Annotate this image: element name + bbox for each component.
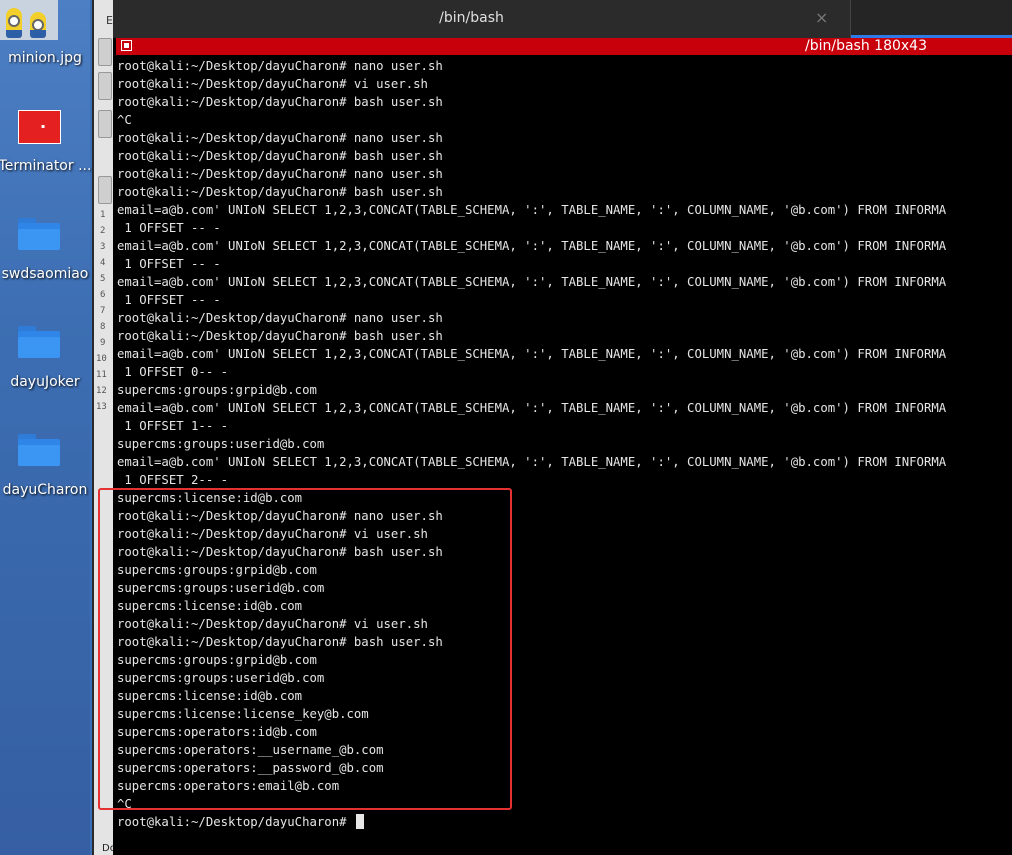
terminal-window[interactable]: /bin/bash × /bin/bash 180x43 root@kali:~… [113, 0, 1012, 855]
line-number: 13 [96, 402, 107, 412]
terminal-line: supercms:operators:__username_@b.com [117, 743, 384, 757]
line-number: 9 [100, 338, 106, 348]
toolbar-button[interactable] [98, 72, 112, 100]
toolbar-button[interactable] [98, 110, 112, 138]
toolbar-button[interactable] [98, 176, 112, 204]
terminal-line: root@kali:~/Desktop/dayuCharon# bash use… [117, 185, 443, 199]
terminal-line: supercms:license:id@b.com [117, 599, 303, 613]
terminal-line: supercms:groups:grpid@b.com [117, 563, 317, 577]
terminal-line: supercms:license:id@b.com [117, 689, 303, 703]
terminal-line: 1 OFFSET -- - [117, 293, 221, 307]
terminal-line: supercms:groups:grpid@b.com [117, 383, 317, 397]
tab-bin-bash[interactable]: /bin/bash × [113, 0, 851, 38]
terminal-line: 1 OFFSET -- - [117, 257, 221, 271]
terminal-menu-icon[interactable] [121, 40, 132, 51]
terminal-output[interactable]: root@kali:~/Desktop/dayuCharon# nano use… [116, 57, 1012, 855]
tab-bar-empty [851, 0, 1012, 38]
folder-icon [18, 218, 60, 250]
terminal-line: ^C [117, 113, 132, 127]
terminal-header-title: /bin/bash 180x43 [805, 38, 927, 54]
terminal-line: root@kali:~/Desktop/dayuCharon# nano use… [117, 311, 443, 325]
terminal-line: root@kali:~/Desktop/dayuCharon# nano use… [117, 509, 443, 523]
desktop-icon-label: dayuCharon [2, 482, 88, 498]
terminal-line: 1 OFFSET 2-- - [117, 473, 229, 487]
desktop: minion.jpg ▪ Terminator ... swdsaomiao d… [0, 0, 91, 855]
terminal-line: email=a@b.com' UNIoN SELECT 1,2,3,CONCAT… [117, 203, 947, 217]
line-number: 12 [96, 386, 107, 396]
terminal-line: 1 OFFSET 1-- - [117, 419, 229, 433]
terminal-line: ^C [117, 797, 132, 811]
folder-icon [18, 326, 60, 358]
line-number: 5 [100, 274, 106, 284]
close-icon[interactable]: × [815, 8, 828, 27]
terminal-line: supercms:groups:userid@b.com [117, 671, 325, 685]
line-number: 10 [96, 354, 107, 364]
line-number: 1 [100, 210, 106, 220]
terminal-line: root@kali:~/Desktop/dayuCharon# [117, 813, 946, 831]
line-number: 2 [100, 226, 106, 236]
image-file-icon [0, 0, 58, 40]
terminal-titlebar[interactable]: /bin/bash × [113, 0, 1012, 38]
terminal-line: supercms:operators:id@b.com [117, 725, 317, 739]
line-number: 11 [96, 370, 107, 380]
line-number: 7 [100, 306, 106, 316]
terminal-line: supercms:operators:email@b.com [117, 779, 340, 793]
folder-icon [18, 434, 60, 466]
terminal-line: root@kali:~/Desktop/dayuCharon# bash use… [117, 545, 443, 559]
terminal-line: root@kali:~/Desktop/dayuCharon# bash use… [117, 635, 443, 649]
terminal-line: root@kali:~/Desktop/dayuCharon# bash use… [117, 329, 443, 343]
terminal-line: root@kali:~/Desktop/dayuCharon# nano use… [117, 59, 443, 73]
line-number: 4 [100, 258, 106, 268]
terminal-line: 1 OFFSET -- - [117, 221, 221, 235]
desktop-icon-label: Terminator ... [0, 158, 92, 174]
terminal-cursor [355, 814, 364, 829]
line-number: 8 [100, 322, 106, 332]
terminal-line: root@kali:~/Desktop/dayuCharon# bash use… [117, 149, 443, 163]
terminal-line: supercms:operators:__password_@b.com [117, 761, 384, 775]
terminal-line: root@kali:~/Desktop/dayuCharon# vi user.… [117, 77, 428, 91]
terminal-line: email=a@b.com' UNIoN SELECT 1,2,3,CONCAT… [117, 275, 947, 289]
desktop-icon-label: swdsaomiao [1, 266, 89, 282]
line-number: 6 [100, 290, 106, 300]
terminal-line: email=a@b.com' UNIoN SELECT 1,2,3,CONCAT… [117, 401, 947, 415]
terminal-line: root@kali:~/Desktop/dayuCharon# nano use… [117, 131, 443, 145]
terminal-line: 1 OFFSET 0-- - [117, 365, 229, 379]
desktop-icon-label: minion.jpg [8, 50, 82, 66]
tab-title: /bin/bash [439, 10, 504, 26]
terminal-line: email=a@b.com' UNIoN SELECT 1,2,3,CONCAT… [117, 455, 947, 469]
toolbar-button[interactable] [98, 38, 112, 66]
line-number: 3 [100, 242, 106, 252]
terminal-line: root@kali:~/Desktop/dayuCharon# bash use… [117, 95, 443, 109]
terminal-line: supercms:license:license_key@b.com [117, 707, 369, 721]
terminal-header-bar: /bin/bash 180x43 [116, 38, 1012, 55]
terminal-line: supercms:license:id@b.com [117, 491, 303, 505]
terminal-line: root@kali:~/Desktop/dayuCharon# nano use… [117, 167, 443, 181]
terminal-line: email=a@b.com' UNIoN SELECT 1,2,3,CONCAT… [117, 239, 947, 253]
terminal-lines: root@kali:~/Desktop/dayuCharon# nano use… [117, 57, 946, 831]
desktop-icon-label: dayuJoker [10, 374, 80, 390]
terminal-line: root@kali:~/Desktop/dayuCharon# vi user.… [117, 527, 428, 541]
terminal-line: email=a@b.com' UNIoN SELECT 1,2,3,CONCAT… [117, 347, 947, 361]
terminal-line: supercms:groups:userid@b.com [117, 437, 325, 451]
terminal-line: supercms:groups:userid@b.com [117, 581, 325, 595]
terminal-line: supercms:groups:grpid@b.com [117, 653, 317, 667]
terminal-launcher-icon: ▪ [18, 110, 61, 144]
background-window-letter: E [106, 14, 113, 27]
terminal-line: root@kali:~/Desktop/dayuCharon# vi user.… [117, 617, 428, 631]
